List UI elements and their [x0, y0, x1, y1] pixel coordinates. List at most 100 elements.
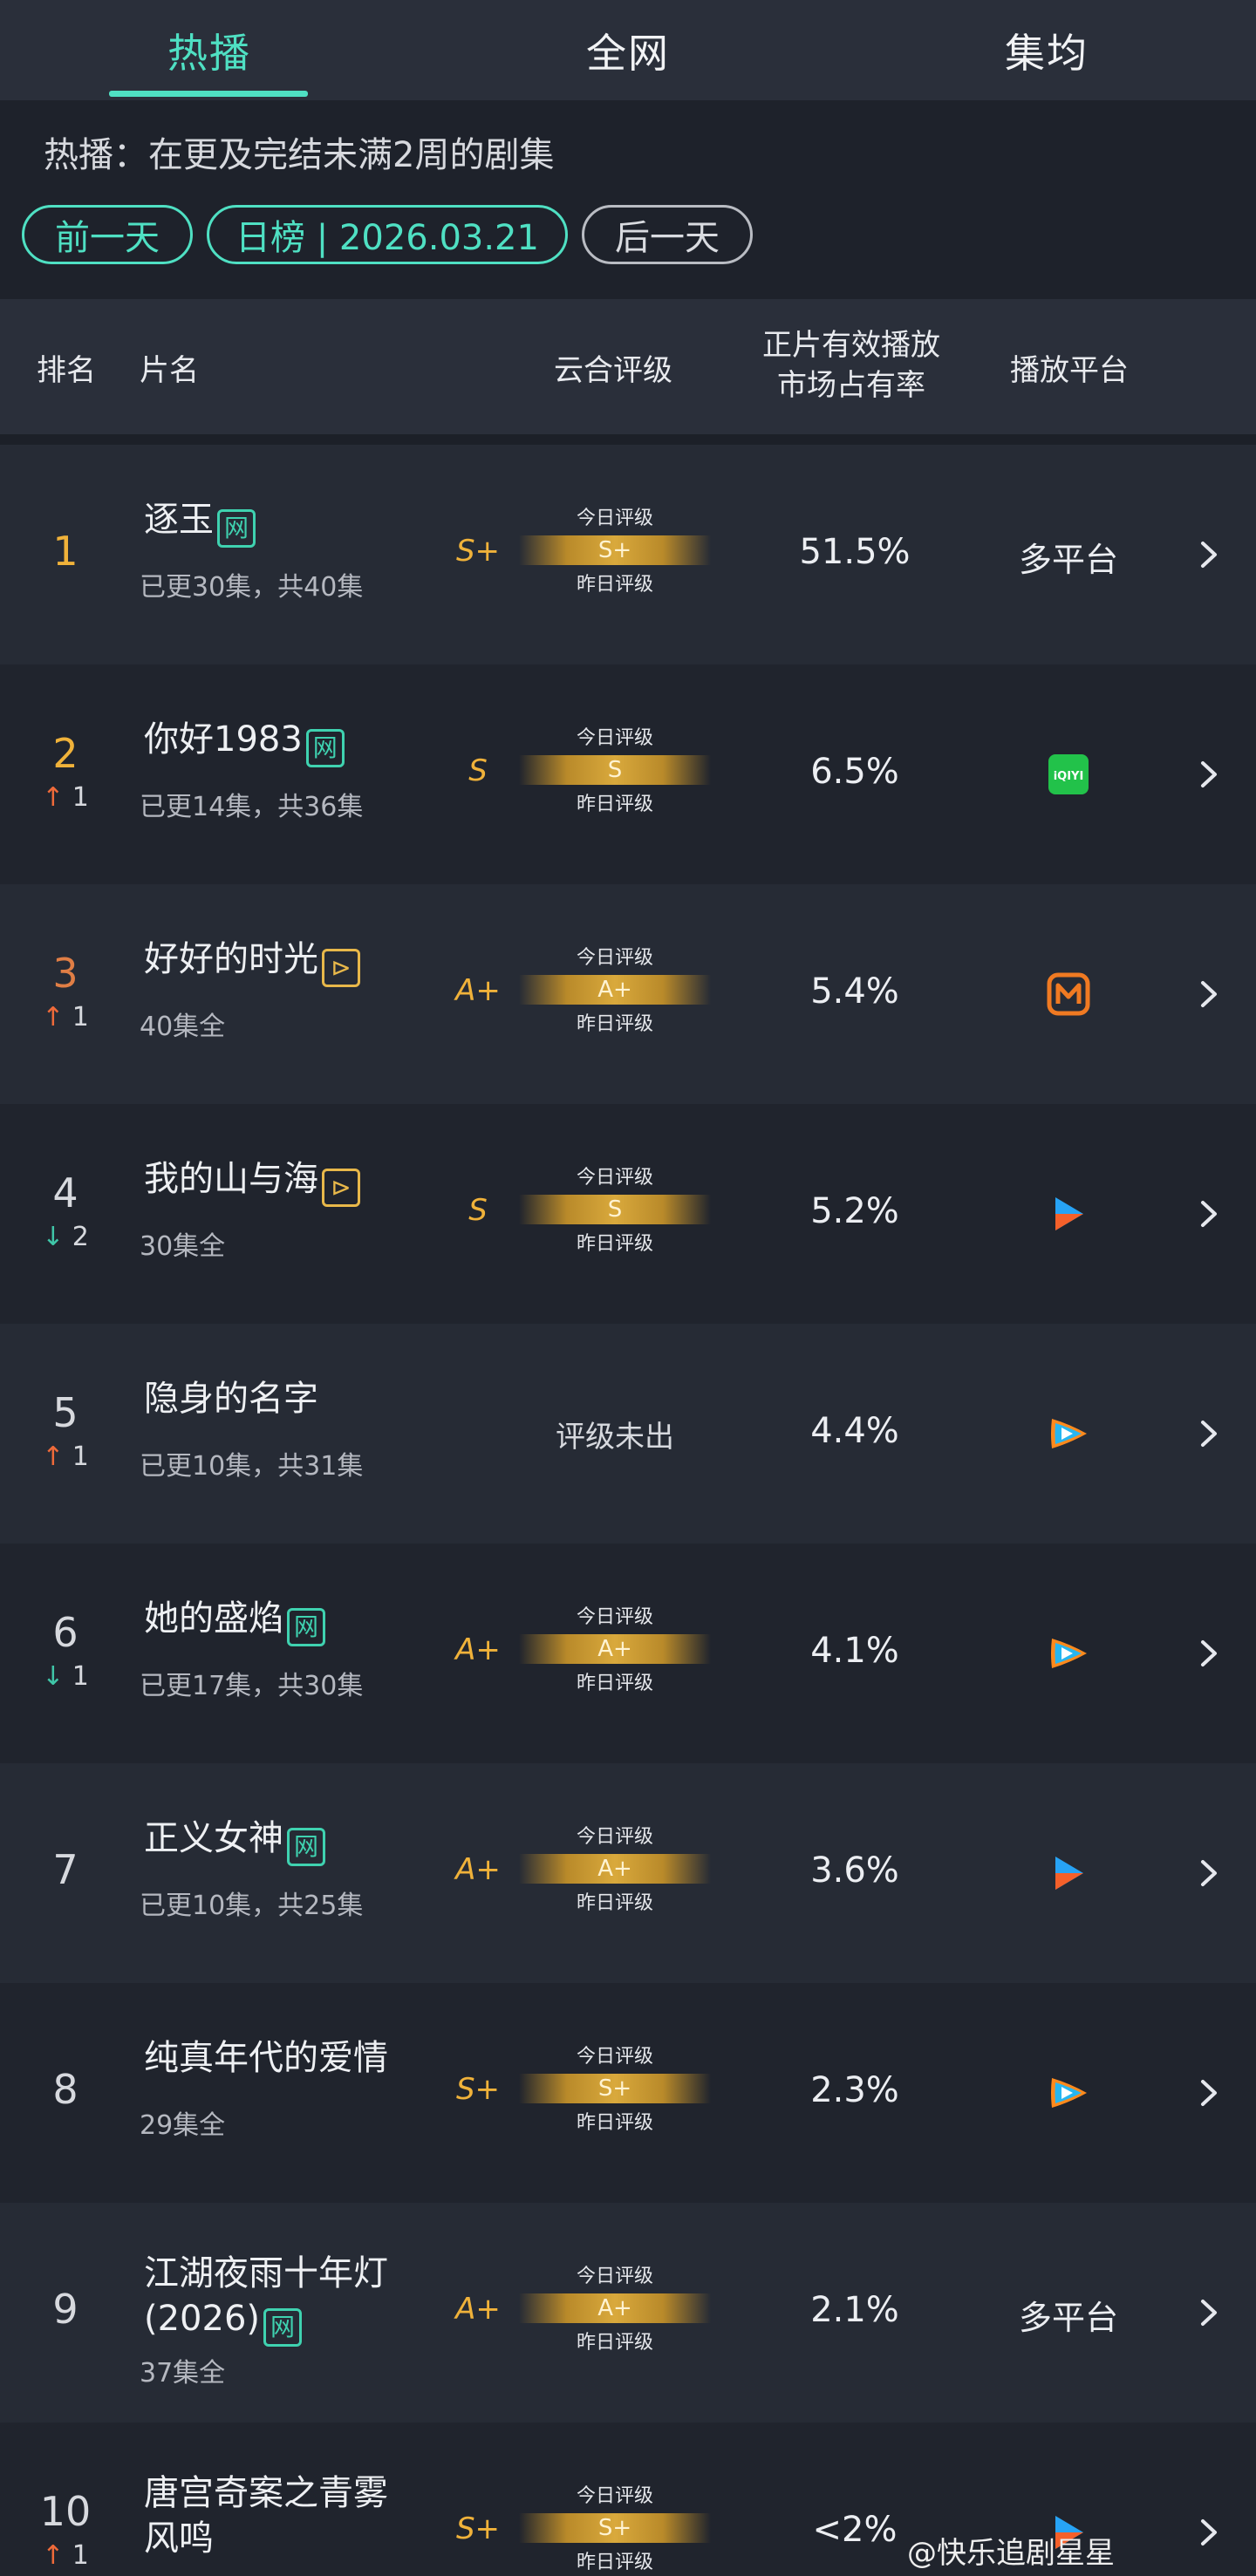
yesterday-rating-label: 昨日评级: [576, 2552, 653, 2573]
chevron-right-icon[interactable]: [1191, 533, 1225, 576]
platform-text: 多平台: [1018, 2299, 1118, 2337]
tencent-exclusive-badge: ⊳: [322, 949, 360, 987]
rating-bar: S+: [519, 2074, 711, 2103]
today-rating-label: 今日评级: [576, 727, 653, 749]
table-row[interactable]: 8 纯真年代的爱情 29集全 S+ 今日评级 S+ 昨日评级 2.3%: [0, 1983, 1256, 2203]
chevron-right-icon[interactable]: [1191, 2511, 1225, 2554]
episode-count: 40集全: [140, 1012, 226, 1042]
table-row[interactable]: 1 逐玉网已更30集，共40集 S+ 今日评级 S+ 昨日评级 51.5% 多平台: [0, 445, 1256, 664]
drama-title-text: 好好的时光: [144, 939, 318, 979]
prev-day-button[interactable]: 前一天: [22, 205, 193, 264]
drama-title-line2: (2026): [144, 2299, 261, 2339]
rank-number: 9: [52, 2286, 78, 2333]
table-row[interactable]: 6 ↓ 1 她的盛焰网已更17集，共30集 A+ 今日评级 A+ 昨日评级 4.1%: [0, 1544, 1256, 1763]
rank-change: ↑ 1: [35, 1002, 96, 1032]
tab-hot[interactable]: 热播: [0, 0, 419, 100]
today-rating-label: 今日评级: [576, 2266, 653, 2287]
drama-title[interactable]: 你好1983 网: [144, 717, 345, 767]
top-tab-bar: 热播 全网 集均: [0, 0, 1256, 100]
market-share: 5.2%: [810, 1191, 899, 1231]
next-day-button[interactable]: 后一天: [582, 205, 753, 264]
rating-bar-value: A+: [597, 1856, 632, 1882]
episode-count: 30集全: [140, 1231, 226, 1262]
rank-number: 10: [39, 2488, 92, 2535]
youku-icon: [1047, 1851, 1090, 1895]
drama-title[interactable]: 纯真年代的爱情: [144, 2035, 388, 2081]
table-row[interactable]: 7 正义女神网已更10集，共25集 A+ 今日评级 A+ 昨日评级 3.6%: [0, 1763, 1256, 1983]
rank-number: 7: [52, 1846, 78, 1893]
header-title: 片名: [140, 353, 199, 388]
rank-number: 1: [52, 528, 78, 575]
market-share: 2.3%: [810, 2070, 899, 2110]
header-rating: 云合评级: [554, 353, 672, 388]
market-share: 5.4%: [810, 971, 899, 1012]
yesterday-rating-label: 昨日评级: [576, 1892, 653, 1914]
rank-change-value: 1: [72, 1441, 89, 1472]
yesterday-rating-label: 昨日评级: [576, 1233, 653, 1255]
rating-bar-value: S+: [597, 2515, 632, 2541]
market-share: 4.1%: [810, 1631, 899, 1671]
rating-bar-value: S: [607, 757, 623, 783]
rank-change-value: 2: [72, 1222, 89, 1252]
no-rating-text: 评级未出: [556, 1420, 674, 1455]
yesterday-rating-label: 昨日评级: [576, 574, 653, 596]
episode-count: 已更17集，共30集: [140, 1671, 364, 1701]
table-row[interactable]: 4 ↓ 2 我的山与海 ⊳ 30集全 S 今日评级 S 昨日评级 5.2%: [0, 1104, 1256, 1324]
drama-title[interactable]: 逐玉网: [144, 497, 256, 548]
today-rating-label: 今日评级: [576, 1167, 653, 1189]
drama-title[interactable]: 她的盛焰网: [144, 1596, 325, 1646]
today-rating-label: 今日评级: [576, 1606, 653, 1628]
header-market-share: 正片有效播放 市场占有率: [755, 325, 947, 405]
rating-bar-value: S+: [597, 537, 632, 563]
table-row[interactable]: 5 ↑ 1 隐身的名字 已更10集，共31集 评级未出 4.4%: [0, 1324, 1256, 1544]
rating-letter: A+: [455, 1632, 501, 1667]
tab-per-episode-label: 集均: [1005, 29, 1089, 77]
today-rating-label: 今日评级: [576, 1826, 653, 1848]
rank-number: 8: [52, 2066, 78, 2113]
drama-title[interactable]: 江湖夜雨十年灯 (2026) 网: [144, 2251, 388, 2347]
tab-all-network[interactable]: 全网: [419, 0, 837, 100]
table-row[interactable]: 3 ↑ 1 好好的时光 ⊳ 40集全 A+ 今日评级 A+ 昨日评级 5.4%: [0, 884, 1256, 1104]
rank-change-value: 1: [72, 1002, 89, 1032]
chevron-right-icon[interactable]: [1191, 1851, 1225, 1895]
table-row[interactable]: 2 ↑ 1 你好1983 网已更14集，共36集 S 今日评级 S 昨日评级 6.5% iQIYI: [0, 664, 1256, 884]
drama-title-text: 你好1983: [144, 719, 303, 760]
daily-chart-date-button[interactable]: 日榜 | 2026.03.21: [207, 205, 568, 264]
episode-count: 已更30集，共40集: [140, 572, 364, 603]
episode-count: 29集全: [140, 2110, 226, 2141]
chevron-right-icon[interactable]: [1191, 972, 1225, 1016]
drama-title[interactable]: 唐宫奇案之青雾 风鸣: [144, 2470, 388, 2561]
youku-icon: [1047, 1192, 1090, 1236]
drama-title-text: 纯真年代的爱情: [144, 2038, 388, 2078]
rating-bar: A+: [519, 1854, 711, 1884]
drama-title[interactable]: 我的山与海 ⊳: [144, 1156, 360, 1207]
chevron-right-icon[interactable]: [1191, 2071, 1225, 2115]
chevron-right-icon[interactable]: [1191, 1412, 1225, 1455]
episode-count: 已更14集，共36集: [140, 792, 364, 822]
drama-title-line1: 江湖夜雨十年灯: [144, 2253, 388, 2293]
drama-title[interactable]: 隐身的名字: [144, 1376, 318, 1421]
chevron-right-icon[interactable]: [1191, 1192, 1225, 1236]
tab-hot-label: 热播: [167, 29, 251, 77]
rank-number: 2: [52, 730, 78, 777]
drama-title-text: 正义女神: [144, 1818, 283, 1858]
tencent-exclusive-badge: ⊳: [322, 1169, 360, 1207]
rating-bar-value: A+: [597, 1636, 632, 1662]
platform-text: 多平台: [1018, 541, 1118, 579]
table-row[interactable]: 9 江湖夜雨十年灯 (2026) 网 37集全 A+ 今日评级 A+ 昨日评级 2.1% 多平台: [0, 2203, 1256, 2423]
rank-number: 5: [52, 1389, 78, 1436]
chevron-right-icon[interactable]: [1191, 1632, 1225, 1675]
market-share: 51.5%: [799, 532, 911, 572]
chevron-right-icon[interactable]: [1191, 2291, 1225, 2334]
market-share: 6.5%: [810, 752, 899, 792]
chevron-right-icon[interactable]: [1191, 753, 1225, 796]
drama-title-text: 我的山与海: [144, 1159, 318, 1199]
weibo-watermark: @快乐追剧星星: [907, 2536, 1115, 2571]
rating-letter: A+: [455, 2292, 501, 2327]
rank-change-value: 1: [72, 2540, 89, 2571]
drama-title[interactable]: 好好的时光 ⊳: [144, 937, 360, 987]
yesterday-rating-label: 昨日评级: [576, 1013, 653, 1035]
tab-per-episode[interactable]: 集均: [837, 0, 1256, 100]
episode-count: 已更10集，共31集: [140, 1451, 364, 1482]
drama-title[interactable]: 正义女神网: [144, 1816, 325, 1866]
